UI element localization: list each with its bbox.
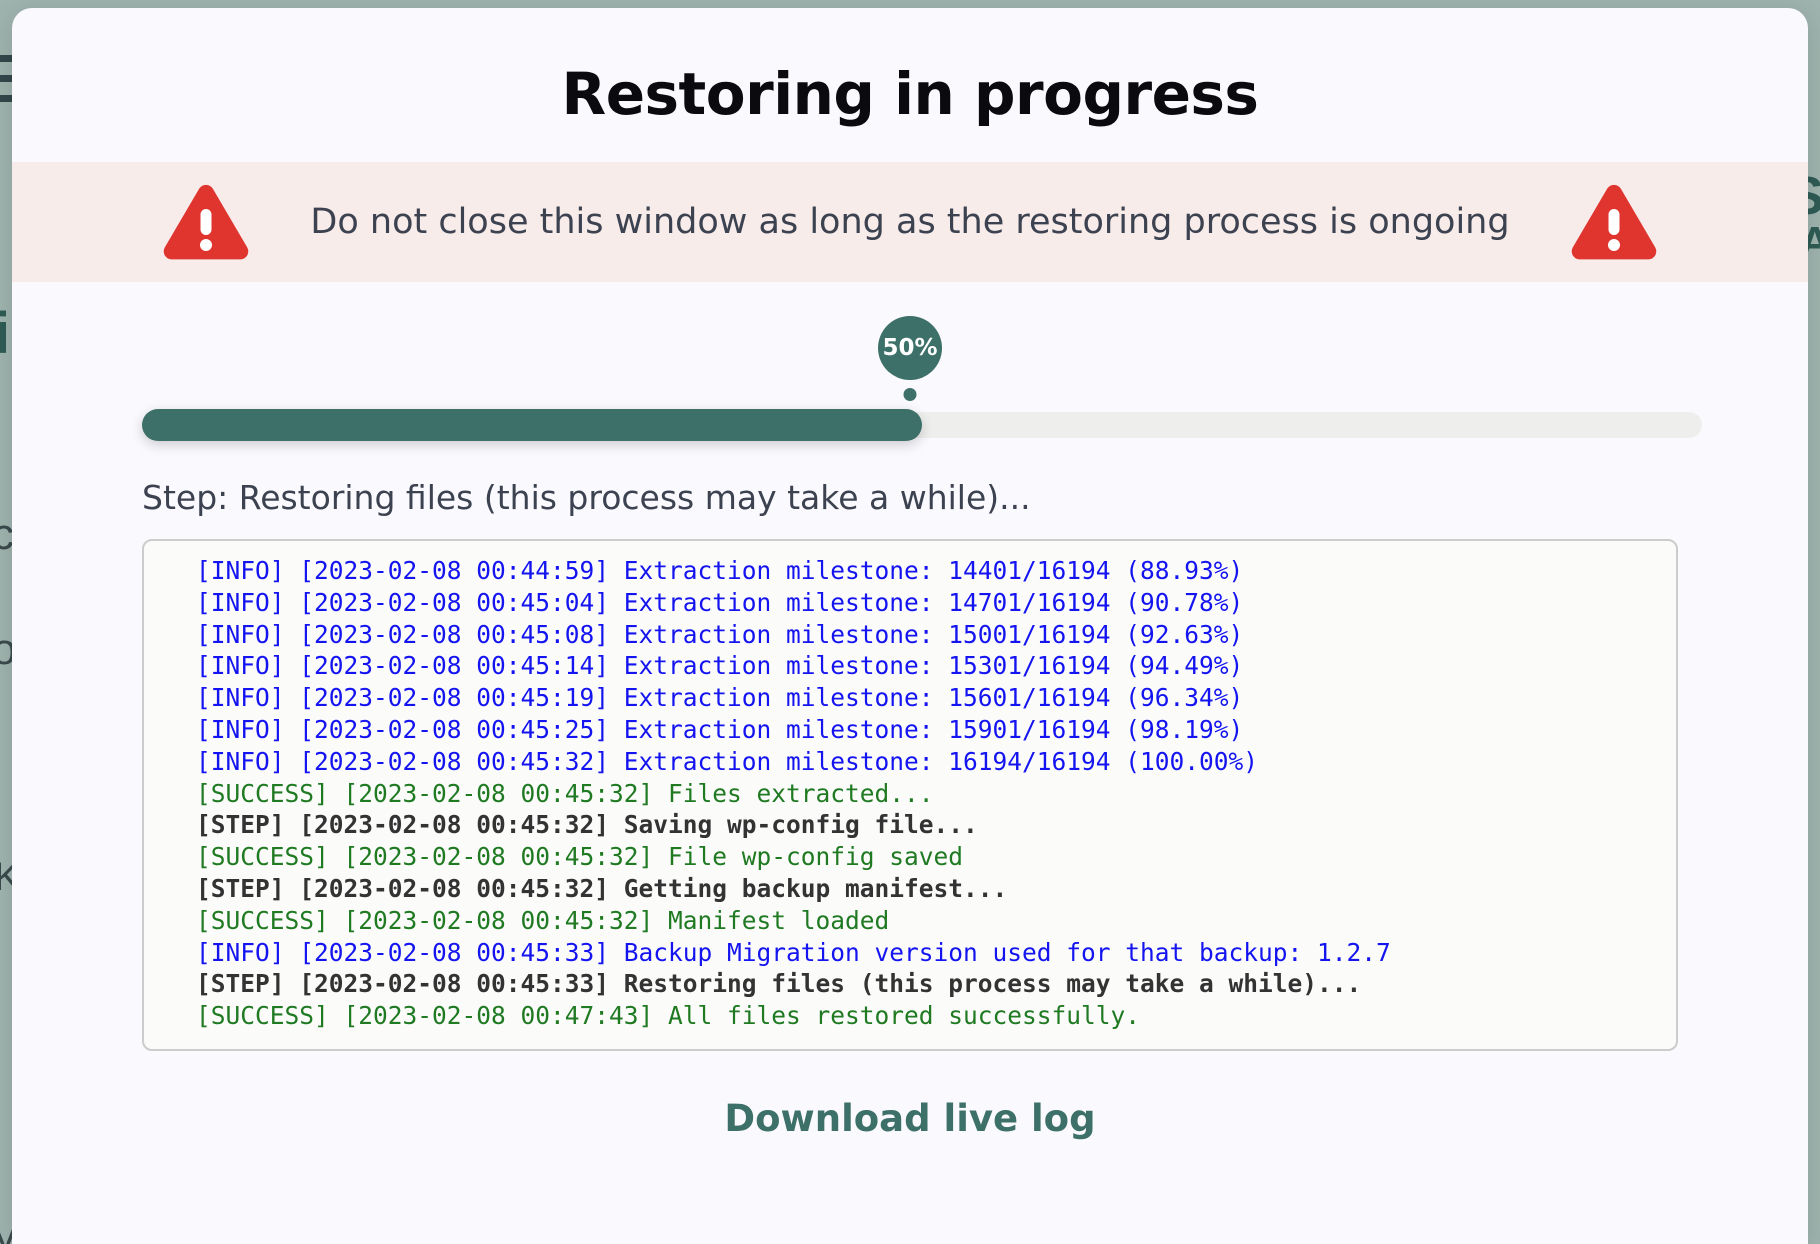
log-line: [INFO] [2023-02-08 00:45:08] Extraction … <box>196 619 1244 649</box>
log-line-list: [INFO] [2023-02-08 00:44:59] Extraction … <box>144 555 1676 1032</box>
progress-marker-dot <box>903 388 917 401</box>
progress-bar-track <box>142 409 1702 441</box>
log-line: [SUCCESS] [2023-02-08 00:45:32] File wp-… <box>196 842 964 872</box>
log-line: [INFO] [2023-02-08 00:44:59] Extraction … <box>196 556 1244 585</box>
background-text-fragment: i <box>0 301 11 366</box>
log-line: [STEP] [2023-02-08 00:45:33] Restoring f… <box>196 969 1362 999</box>
log-line: [INFO] [2023-02-08 00:45:25] Extraction … <box>196 714 1244 744</box>
warning-triangle-icon <box>164 184 249 260</box>
log-line: [SUCCESS] [2023-02-08 00:47:43] All file… <box>196 1001 1141 1031</box>
progress-percent-badge: 50% <box>878 316 942 380</box>
log-line: [INFO] [2023-02-08 00:45:19] Extraction … <box>196 683 1244 713</box>
restoring-progress-modal: Restoring in progress Do not close this … <box>12 8 1808 1244</box>
log-line: [SUCCESS] [2023-02-08 00:45:32] Files ex… <box>196 778 934 808</box>
warning-triangle-icon <box>1571 184 1656 260</box>
log-line: [SUCCESS] [2023-02-08 00:45:32] Manifest… <box>196 905 890 935</box>
log-line: [STEP] [2023-02-08 00:45:32] Saving wp-c… <box>196 810 978 840</box>
warning-message: Do not close this window as long as the … <box>310 202 1510 242</box>
log-line: [INFO] [2023-02-08 00:45:04] Extraction … <box>196 587 1244 617</box>
warning-banner: Do not close this window as long as the … <box>12 162 1808 282</box>
progress-section: 50% <box>12 316 1808 448</box>
download-live-log-link[interactable]: Download live log <box>12 1097 1808 1140</box>
log-line: [STEP] [2023-02-08 00:45:32] Getting bac… <box>196 873 1008 903</box>
log-line: [INFO] [2023-02-08 00:45:32] Extraction … <box>196 746 1259 776</box>
live-log-panel[interactable]: [INFO] [2023-02-08 00:44:59] Extraction … <box>142 539 1678 1051</box>
log-line: [INFO] [2023-02-08 00:45:14] Extraction … <box>196 651 1244 681</box>
log-line: [INFO] [2023-02-08 00:45:33] Backup Migr… <box>196 937 1391 967</box>
current-step-label: Step: Restoring files (this process may … <box>142 478 1031 517</box>
progress-bar-fill <box>142 409 922 441</box>
page-title: Restoring in progress <box>561 60 1259 128</box>
